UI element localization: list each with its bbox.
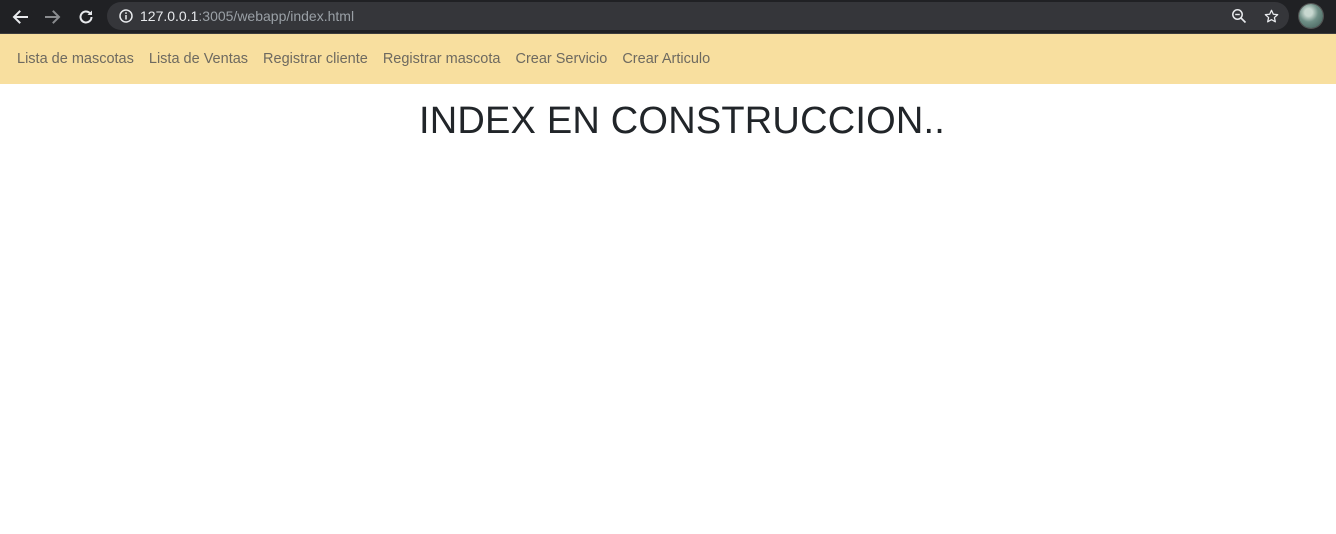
arrow-left-icon — [12, 9, 28, 24]
back-button[interactable] — [5, 2, 35, 32]
arrow-right-icon — [45, 9, 61, 24]
url-text: 127.0.0.1:3005/webapp/index.html — [140, 8, 354, 24]
star-icon[interactable] — [1259, 4, 1283, 28]
address-bar[interactable]: 127.0.0.1:3005/webapp/index.html — [107, 2, 1289, 30]
nav-link-crear-servicio[interactable]: Crear Servicio — [515, 51, 607, 67]
zoom-out-icon[interactable] — [1227, 4, 1251, 28]
page-title: INDEX EN CONSTRUCCION.. — [418, 100, 946, 142]
info-circle-icon[interactable] — [118, 8, 134, 24]
nav-link-registrar-mascota[interactable]: Registrar mascota — [383, 51, 501, 67]
browser-toolbar: 127.0.0.1:3005/webapp/index.html — [0, 0, 1336, 33]
reload-icon — [79, 10, 93, 23]
url-host: 127.0.0.1 — [140, 8, 199, 24]
url-path: :3005/webapp/index.html — [198, 8, 355, 24]
forward-button[interactable] — [38, 2, 68, 32]
top-navbar: Lista de mascotas Lista de Ventas Regist… — [0, 34, 1336, 84]
nav-link-registrar-cliente[interactable]: Registrar cliente — [263, 51, 368, 67]
nav-link-crear-articulo[interactable]: Crear Articulo — [622, 51, 710, 67]
nav-link-lista-de-mascotas[interactable]: Lista de mascotas — [17, 51, 134, 67]
avatar[interactable] — [1299, 4, 1323, 28]
reload-button[interactable] — [71, 2, 101, 32]
nav-link-lista-de-ventas[interactable]: Lista de Ventas — [149, 51, 248, 67]
